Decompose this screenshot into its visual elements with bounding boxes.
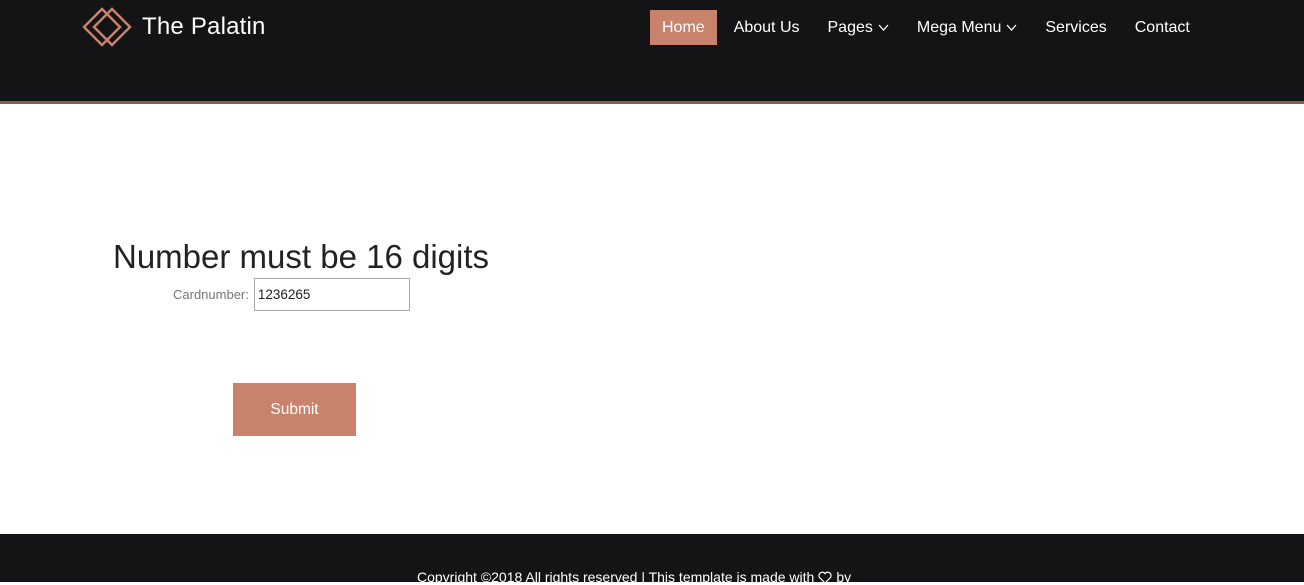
- nav-item-mega-menu[interactable]: Mega Menu: [917, 10, 1018, 45]
- main-nav: Home About Us Pages Mega Menu Services C…: [650, 10, 1218, 45]
- nav-item-label: Services: [1045, 18, 1107, 36]
- nav-item-label: Contact: [1134, 18, 1190, 36]
- chevron-down-icon: [1006, 24, 1017, 31]
- nav-item-label: Mega Menu: [916, 18, 1002, 36]
- nav-item-label: Home: [662, 18, 705, 36]
- chevron-down-icon: [878, 24, 889, 31]
- nav-item-services[interactable]: Services: [1045, 10, 1106, 45]
- copyright-text: Copyright ©2018 All rights reserved | Th…: [417, 569, 851, 585]
- validation-message: Number must be 16 digits: [113, 238, 490, 275]
- site-footer: Copyright ©2018 All rights reserved | Th…: [0, 534, 1304, 585]
- nav-item-label: About Us: [733, 18, 800, 36]
- copyright-pre: Copyright ©2018 All rights reserved | Th…: [417, 569, 815, 585]
- cardnumber-input[interactable]: [253, 278, 410, 311]
- cardnumber-label: Cardnumber:: [173, 287, 249, 302]
- nav-item-about-us[interactable]: About Us: [734, 10, 800, 45]
- logo[interactable]: The Palatin: [80, 5, 266, 49]
- copyright-post: by: [836, 569, 852, 585]
- brand-name: The Palatin: [142, 13, 266, 40]
- submit-button[interactable]: Submit: [233, 383, 356, 436]
- nav-item-contact[interactable]: Contact: [1135, 10, 1190, 45]
- site-header: The Palatin Home About Us Pages Mega Men…: [0, 0, 1304, 104]
- cardnumber-row: Cardnumber:: [173, 278, 410, 311]
- nav-item-pages[interactable]: Pages: [828, 10, 889, 45]
- nav-item-label: Pages: [827, 18, 873, 36]
- double-diamond-icon: [82, 7, 132, 47]
- nav-item-home[interactable]: Home: [650, 10, 717, 45]
